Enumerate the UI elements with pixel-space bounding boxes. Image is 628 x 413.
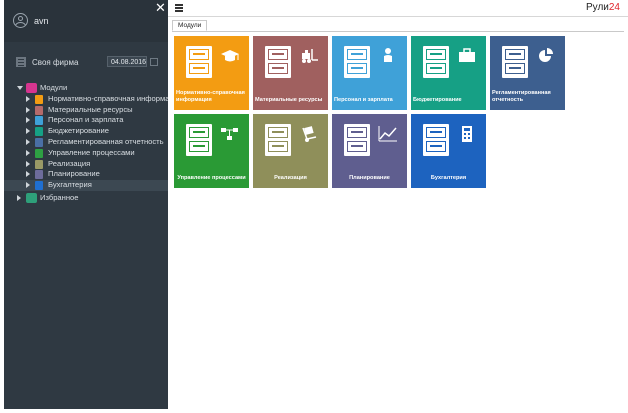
module-icon — [35, 116, 43, 126]
chevron-right-icon[interactable] — [26, 149, 30, 156]
module-icon — [35, 127, 43, 137]
module-tile[interactable]: Нормативно-справочная информация — [174, 36, 249, 110]
tile-label: Регламентированная отчетность — [492, 90, 551, 103]
chevron-right-icon[interactable] — [26, 138, 30, 145]
tree-favorites[interactable]: Избранное — [4, 192, 168, 204]
tile-label: Нормативно-справочная информация — [176, 90, 245, 103]
top-bar: Рули24 — [168, 0, 628, 17]
modules-icon — [26, 83, 37, 93]
tile-label: Планирование — [349, 175, 390, 181]
module-icon — [35, 105, 43, 115]
module-tile[interactable]: Управление процессами — [174, 114, 249, 188]
module-tile[interactable]: Планирование — [332, 114, 407, 188]
book-icon — [423, 46, 449, 78]
module-icon — [35, 170, 43, 180]
tab-modules[interactable]: Модули — [172, 20, 208, 31]
module-tile[interactable]: Регламентированная отчетность — [490, 36, 565, 110]
star-icon — [26, 192, 37, 203]
tree-item-label: Планирование — [48, 169, 100, 179]
graduation-cap-icon — [220, 47, 240, 65]
tile-label: Бюджетирование — [413, 97, 462, 103]
tree-item[interactable]: Персонал и зарплата — [4, 115, 168, 126]
user-header: avn ✕ — [4, 0, 168, 42]
tree-item[interactable]: Регламентированная отчетность — [4, 137, 168, 148]
tree-item-label: Материальные ресурсы — [48, 104, 133, 114]
username: avn — [34, 16, 49, 26]
firm-icon — [16, 57, 26, 67]
tile-label: Реализация — [274, 175, 307, 181]
book-icon — [186, 46, 212, 78]
chevron-right-icon[interactable] — [26, 128, 30, 135]
module-tile[interactable]: Реализация — [253, 114, 328, 188]
book-icon — [344, 124, 370, 156]
date-field[interactable]: 04.08.2016 — [107, 56, 147, 67]
hand-truck-icon — [299, 125, 319, 143]
tree-root-modules[interactable]: Модули — [4, 83, 168, 94]
chevron-right-icon[interactable] — [26, 117, 30, 124]
module-icon — [35, 137, 43, 147]
firm-selector[interactable]: Своя фирма 04.08.2016 — [4, 51, 168, 73]
tree-item-label: Реализация — [48, 158, 91, 168]
flowchart-icon — [220, 125, 240, 143]
chevron-right-icon[interactable] — [26, 106, 30, 113]
calculator-icon — [457, 125, 477, 143]
book-icon — [265, 124, 291, 156]
tree-item[interactable]: Материальные ресурсы — [4, 105, 168, 116]
briefcase-icon — [457, 47, 477, 65]
tile-label: Материальные ресурсы — [255, 97, 323, 103]
tree-item[interactable]: Бюджетирование — [4, 126, 168, 137]
tile-label: Персонал и зарплата — [334, 97, 393, 103]
tree-item[interactable]: Планирование — [4, 169, 168, 180]
book-icon — [186, 124, 212, 156]
tree-item[interactable]: Нормативно-справочная информация — [4, 94, 168, 105]
chevron-right-icon[interactable] — [26, 171, 30, 178]
tree-item-label: Бюджетирование — [48, 126, 109, 136]
module-tile[interactable]: Персонал и зарплата — [332, 36, 407, 110]
close-icon[interactable]: ✕ — [155, 0, 166, 16]
trend-chart-icon — [378, 125, 398, 143]
module-tree: Модули Нормативно-справочная информацияМ… — [4, 83, 168, 204]
person-icon — [378, 47, 398, 65]
chevron-right-icon[interactable] — [26, 182, 30, 189]
module-tile[interactable]: Материальные ресурсы — [253, 36, 328, 110]
module-tile[interactable]: Бухгалтерия — [411, 114, 486, 188]
chevron-right-icon[interactable] — [26, 160, 30, 167]
sidebar: avn ✕ Своя фирма 04.08.2016 Модули Норма… — [4, 0, 168, 409]
book-icon — [344, 46, 370, 78]
avatar-icon[interactable] — [13, 13, 28, 28]
tree-item-label: Нормативно-справочная информация — [48, 93, 168, 103]
book-icon — [265, 46, 291, 78]
chevron-right-icon[interactable] — [17, 194, 21, 201]
main-area: Рули24 Модули Нормативно-справочная инфо… — [168, 0, 628, 413]
tree-item-label: Управление процессами — [48, 147, 135, 157]
tile-label: Бухгалтерия — [430, 175, 467, 181]
firm-label[interactable]: Своя фирма — [32, 58, 78, 67]
tree-root-label: Модули — [40, 83, 68, 92]
module-icon — [35, 94, 43, 104]
chevron-right-icon[interactable] — [26, 95, 30, 102]
chevron-down-icon[interactable] — [17, 86, 23, 90]
pie-chart-icon — [536, 47, 556, 65]
calendar-icon[interactable] — [150, 58, 158, 66]
tree-item[interactable]: Реализация — [4, 159, 168, 170]
tree-favorites-label: Избранное — [40, 192, 79, 202]
tree-item-label: Персонал и зарплата — [48, 115, 124, 125]
brand-logo: Рули24 — [586, 2, 620, 13]
tab-bar: Модули — [172, 20, 624, 32]
module-icon — [35, 181, 43, 191]
tile-label: Управление процессами — [177, 175, 246, 181]
menu-icon[interactable] — [175, 4, 183, 12]
module-icon — [35, 159, 43, 169]
tree-item-label: Бухгалтерия — [48, 180, 92, 190]
book-icon — [423, 124, 449, 156]
tree-item-label: Регламентированная отчетность — [48, 136, 164, 146]
module-tile[interactable]: Бюджетирование — [411, 36, 486, 110]
module-icon — [35, 148, 43, 158]
book-icon — [502, 46, 528, 78]
forklift-icon — [299, 47, 319, 65]
tree-item[interactable]: Управление процессами — [4, 148, 168, 159]
tree-item[interactable]: Бухгалтерия — [4, 180, 168, 191]
